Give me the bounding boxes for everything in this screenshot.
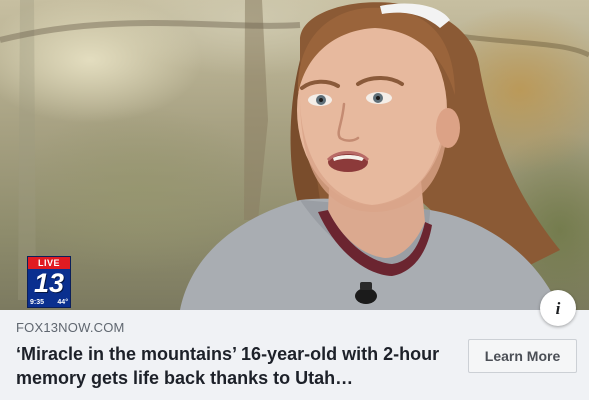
link-preview-card[interactable]: LIVE 13 9:35 44° i FOX13NOW.COM ‘Miracle… [0,0,589,400]
info-button[interactable]: i [540,290,576,326]
headline-link[interactable]: ‘Miracle in the mountains’ 16-year-old w… [16,342,456,390]
learn-more-button[interactable]: Learn More [468,339,577,373]
bug-temperature: 44° [57,299,68,306]
preview-image[interactable]: LIVE 13 9:35 44° [0,0,589,310]
bug-time: 9:35 [30,299,45,306]
station-logo: LIVE 13 9:35 44° [27,256,71,308]
source-domain: FOX13NOW.COM [16,320,125,335]
info-icon: i [555,298,561,318]
channel-number: 13 [33,268,65,298]
girl-portrait-illustration [0,0,589,310]
